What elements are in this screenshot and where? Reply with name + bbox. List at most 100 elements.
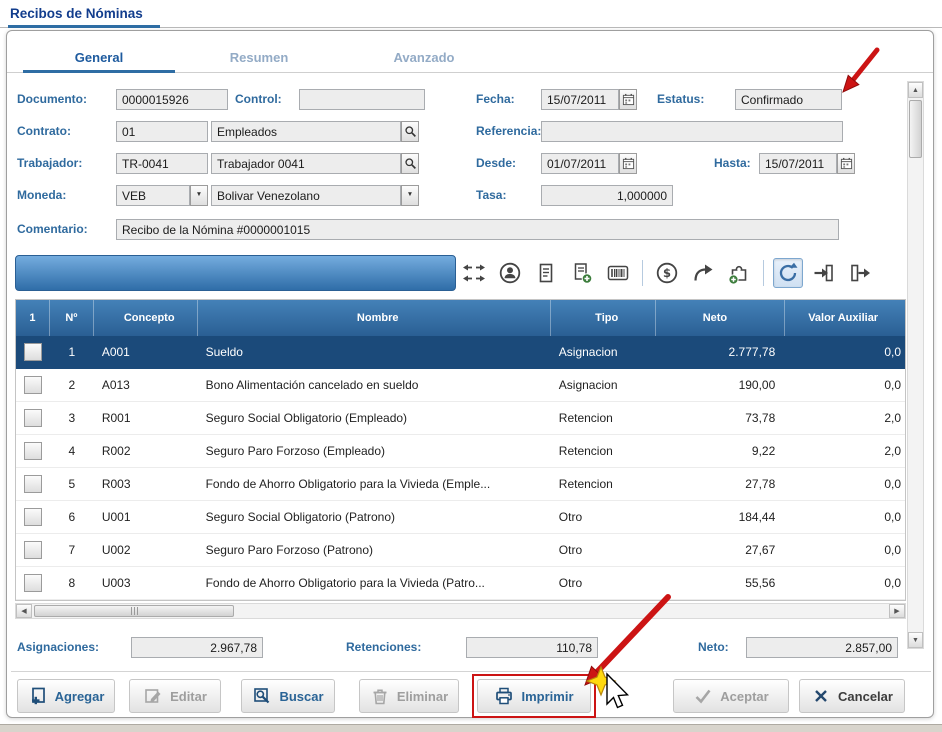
agregar-button[interactable]: Agregar xyxy=(17,679,115,713)
cell-concepto: R001 xyxy=(94,402,198,434)
tasa-input[interactable] xyxy=(541,185,673,206)
eliminar-button[interactable]: Eliminar xyxy=(359,679,459,713)
row-selector-cell[interactable] xyxy=(16,501,50,533)
scroll-left-button[interactable]: ◀ xyxy=(16,604,32,618)
tab-avanzado[interactable]: Avanzado xyxy=(339,41,509,73)
editar-button[interactable]: Editar xyxy=(129,679,221,713)
hasta-calendar-button[interactable] xyxy=(837,153,855,174)
imprimir-label: Imprimir xyxy=(521,689,573,704)
editar-label: Editar xyxy=(170,689,207,704)
aceptar-button[interactable]: Aceptar xyxy=(673,679,789,713)
trabajador-lookup-button[interactable] xyxy=(401,153,419,174)
referencia-input[interactable] xyxy=(541,121,843,142)
row-checkbox[interactable] xyxy=(24,541,42,559)
table-row[interactable]: 5 R003 Fondo de Ahorro Obligatorio para … xyxy=(16,468,905,501)
resize-columns-icon[interactable] xyxy=(459,258,489,288)
table-row[interactable]: 8 U003 Fondo de Ahorro Obligatorio para … xyxy=(16,567,905,600)
cell-nombre: Seguro Social Obligatorio (Patrono) xyxy=(198,501,551,533)
scroll-up-button[interactable]: ▲ xyxy=(908,82,923,98)
row-checkbox[interactable] xyxy=(24,508,42,526)
contrato-name-input[interactable] xyxy=(211,121,401,142)
documento-input[interactable] xyxy=(116,89,228,110)
table-row[interactable]: 7 U002 Seguro Paro Forzoso (Patrono) Otr… xyxy=(16,534,905,567)
buscar-button[interactable]: Buscar xyxy=(241,679,335,713)
header-valor-auxiliar[interactable]: Valor Auxiliar xyxy=(785,300,905,336)
import-icon[interactable] xyxy=(809,258,839,288)
contrato-code-input[interactable] xyxy=(116,121,208,142)
currency-icon[interactable]: $ xyxy=(652,258,682,288)
row-selector-cell[interactable] xyxy=(16,435,50,467)
table-row[interactable]: 6 U001 Seguro Social Obligatorio (Patron… xyxy=(16,501,905,534)
trabajador-code-input[interactable] xyxy=(116,153,208,174)
table-row[interactable]: 2 A013 Bono Alimentación cancelado en su… xyxy=(16,369,905,402)
row-checkbox[interactable] xyxy=(24,376,42,394)
moneda-code-dropdown-button[interactable]: ▼ xyxy=(190,185,208,206)
row-selector-cell[interactable] xyxy=(16,336,50,368)
horizontal-scroll-thumb[interactable] xyxy=(34,605,234,617)
document-add-icon[interactable] xyxy=(567,258,597,288)
asignaciones-total-input xyxy=(131,637,263,658)
vertical-scroll-thumb[interactable] xyxy=(909,100,922,158)
comentario-label: Comentario: xyxy=(17,219,88,240)
header-nombre[interactable]: Nombre xyxy=(198,300,551,336)
estatus-input[interactable] xyxy=(735,89,842,110)
document-icon[interactable] xyxy=(531,258,561,288)
desde-input[interactable] xyxy=(541,153,619,174)
moneda-name-select[interactable] xyxy=(211,185,401,206)
cell-concepto: U003 xyxy=(94,567,198,599)
row-selector-cell[interactable] xyxy=(16,534,50,566)
scroll-right-button[interactable]: ▶ xyxy=(889,604,905,618)
refresh-icon[interactable] xyxy=(773,258,803,288)
referencia-label: Referencia: xyxy=(476,121,541,142)
table-row[interactable]: 3 R001 Seguro Social Obligatorio (Emplea… xyxy=(16,402,905,435)
row-selector-cell[interactable] xyxy=(16,402,50,434)
imprimir-button[interactable]: Imprimir xyxy=(477,679,591,713)
tab-resumen-label: Resumen xyxy=(230,50,289,65)
control-input[interactable] xyxy=(299,89,425,110)
row-checkbox[interactable] xyxy=(24,409,42,427)
header-check[interactable]: 1 xyxy=(16,300,50,336)
moneda-name-dropdown-button[interactable]: ▼ xyxy=(401,185,419,206)
scroll-down-button[interactable]: ▼ xyxy=(908,632,923,648)
trabajador-name-input[interactable] xyxy=(211,153,401,174)
trash-icon xyxy=(370,686,390,706)
person-icon[interactable] xyxy=(495,258,525,288)
export-icon[interactable] xyxy=(845,258,875,288)
header-concepto[interactable]: Concepto xyxy=(94,300,198,336)
moneda-code-select[interactable] xyxy=(116,185,190,206)
cell-tipo: Retencion xyxy=(551,435,656,467)
search-icon xyxy=(404,157,417,170)
forward-arrow-icon[interactable] xyxy=(688,258,718,288)
barcode-icon[interactable] xyxy=(603,258,633,288)
panel-vertical-scrollbar[interactable]: ▲ ▼ xyxy=(907,81,924,649)
tab-general[interactable]: General xyxy=(19,41,179,73)
comentario-input[interactable] xyxy=(116,219,839,240)
grid-horizontal-scrollbar[interactable]: ◀ ▶ xyxy=(15,603,906,619)
header-tipo[interactable]: Tipo xyxy=(551,300,656,336)
table-row[interactable]: 1 A001 Sueldo Asignacion 2.777,78 0,0 xyxy=(16,336,905,369)
chevron-down-icon: ▼ xyxy=(196,192,202,199)
fecha-input[interactable] xyxy=(541,89,619,110)
cell-concepto: R003 xyxy=(94,468,198,500)
row-selector-cell[interactable] xyxy=(16,369,50,401)
cell-nombre: Seguro Social Obligatorio (Empleado) xyxy=(198,402,551,434)
cell-numero: 1 xyxy=(50,336,94,368)
component-add-icon[interactable] xyxy=(724,258,754,288)
table-row[interactable]: 4 R002 Seguro Paro Forzoso (Empleado) Re… xyxy=(16,435,905,468)
row-checkbox[interactable] xyxy=(24,343,42,361)
desde-calendar-button[interactable] xyxy=(619,153,637,174)
tab-resumen[interactable]: Resumen xyxy=(179,41,339,73)
header-numero[interactable]: Nº xyxy=(50,300,94,336)
row-checkbox[interactable] xyxy=(24,574,42,592)
cancelar-button[interactable]: Cancelar xyxy=(799,679,905,713)
hasta-input[interactable] xyxy=(759,153,837,174)
cell-valor-auxiliar: 0,0 xyxy=(785,468,905,500)
header-neto[interactable]: Neto xyxy=(656,300,786,336)
row-selector-cell[interactable] xyxy=(16,468,50,500)
add-document-icon xyxy=(28,686,48,706)
contrato-lookup-button[interactable] xyxy=(401,121,419,142)
fecha-calendar-button[interactable] xyxy=(619,89,637,110)
row-checkbox[interactable] xyxy=(24,442,42,460)
row-checkbox[interactable] xyxy=(24,475,42,493)
row-selector-cell[interactable] xyxy=(16,567,50,599)
